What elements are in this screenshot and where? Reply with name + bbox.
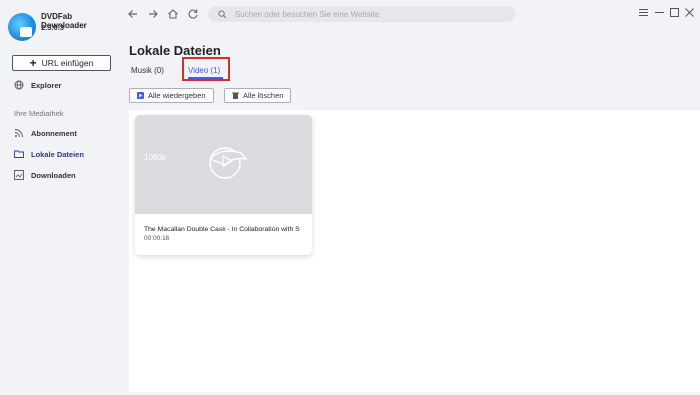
- maximize-icon[interactable]: [669, 8, 679, 18]
- library-section-label: Ihre Mediathek: [14, 109, 64, 118]
- play-placeholder-icon: [208, 147, 248, 179]
- resolution-label: 1080p: [144, 153, 167, 162]
- download-icon: [14, 170, 24, 180]
- sidebar-item-explorer[interactable]: Explorer: [14, 80, 61, 90]
- search-icon: [218, 9, 227, 18]
- delete-all-button[interactable]: Alle löschen: [224, 88, 292, 103]
- sidebar-item-label: Explorer: [31, 80, 62, 90]
- folder-icon: [14, 150, 24, 158]
- app-version: 2.3.0.3: [41, 23, 64, 32]
- search-input[interactable]: [232, 8, 515, 20]
- rss-icon: [14, 129, 23, 138]
- refresh-icon[interactable]: [187, 8, 199, 20]
- globe-icon: [14, 80, 24, 90]
- top-bar: [120, 0, 700, 30]
- forward-arrow-icon[interactable]: [147, 8, 159, 20]
- menu-icon[interactable]: [638, 8, 648, 18]
- sidebar-item-subscription[interactable]: Abonnement: [14, 128, 77, 138]
- play-icon: [137, 92, 144, 99]
- play-all-button[interactable]: Alle wiedergeben: [129, 88, 214, 103]
- plus-icon: +: [29, 56, 37, 70]
- video-thumbnail[interactable]: 1080p: [135, 115, 312, 214]
- search-bar[interactable]: [208, 6, 515, 22]
- highlight-box: [182, 57, 230, 81]
- play-all-label: Alle wiedergeben: [148, 91, 206, 100]
- sidebar-item-label: Lokale Dateien: [31, 149, 84, 159]
- video-card[interactable]: 1080p The Macallan Double Cask - In Coll…: [135, 115, 312, 255]
- video-duration: 00:00:16: [144, 235, 170, 242]
- delete-all-label: Alle löschen: [243, 91, 284, 100]
- sidebar-item-local-files[interactable]: Lokale Dateien: [14, 149, 84, 159]
- paste-url-button[interactable]: + URL einfügen: [12, 55, 111, 71]
- home-icon[interactable]: [167, 8, 179, 20]
- sidebar-item-label: Abonnement: [31, 128, 77, 138]
- sidebar-item-downloads[interactable]: Downloaden: [14, 170, 76, 180]
- sidebar: DVDFab Downloader 2.3.0.3 + URL einfügen…: [0, 0, 120, 395]
- sidebar-item-label: Downloaden: [31, 170, 76, 180]
- minimize-icon[interactable]: [654, 8, 664, 18]
- close-icon[interactable]: [684, 8, 694, 18]
- paste-url-label: URL einfügen: [41, 58, 94, 68]
- page-title: Lokale Dateien: [129, 43, 221, 58]
- trash-icon: [232, 92, 239, 99]
- tab-music[interactable]: Musik (0): [131, 66, 164, 75]
- app-logo: [8, 13, 36, 41]
- back-arrow-icon[interactable]: [127, 8, 139, 20]
- video-title: The Macallan Double Cask - In Collaborat…: [144, 226, 300, 233]
